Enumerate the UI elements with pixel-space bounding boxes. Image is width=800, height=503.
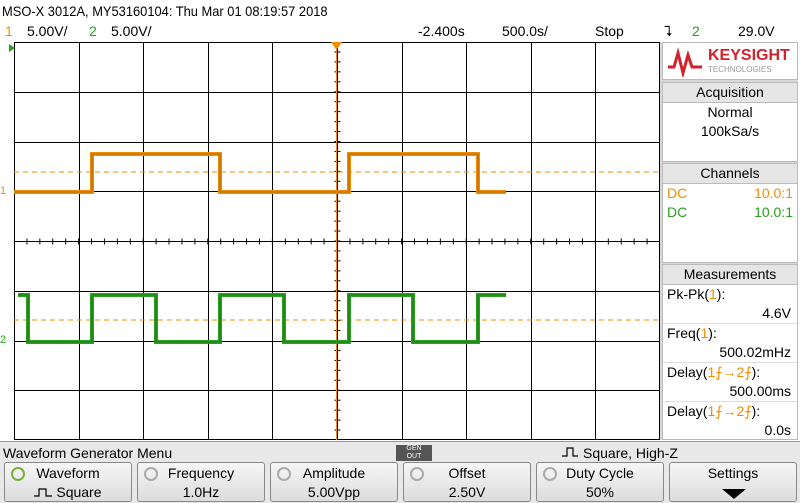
gen-status: Square, High-Z [583, 445, 678, 461]
measure-label: Freq( [667, 325, 701, 341]
channel-row-1[interactable]: DC 10.0:1 [663, 184, 797, 203]
softkey-amplitude[interactable]: Amplitude 5.00Vpp [270, 462, 398, 502]
ch2-number[interactable]: 2 [89, 23, 97, 39]
measurement-delay-2[interactable]: Delay(1⨍→2⨍): 0.0s [663, 402, 797, 440]
ch1-coupling: DC [667, 185, 688, 201]
menu-title: Waveform Generator Menu [3, 445, 173, 461]
keysight-wave-icon [668, 47, 702, 77]
measurement-delay-1[interactable]: Delay(1⨍→2⨍): 500.00ms [663, 363, 797, 402]
softkey-frequency[interactable]: Frequency 1.0Hz [137, 462, 265, 502]
softkey-value: 1.0Hz [182, 484, 220, 500]
softkey-label: Frequency [167, 465, 235, 481]
ch1-scale[interactable]: 5.00V/ [27, 23, 67, 39]
waveform-display[interactable] [14, 42, 660, 440]
measure-source: 1 [709, 286, 717, 302]
ch1-number[interactable]: 1 [5, 23, 13, 39]
softkey-offset[interactable]: Offset 2.50V [403, 462, 531, 502]
brand-sub: TECHNOLOGIES [708, 65, 772, 74]
brand-logo: KEYSIGHT TECHNOLOGIES [662, 42, 798, 80]
down-arrow-icon [722, 489, 746, 499]
ch2-coupling: DC [667, 204, 688, 220]
softkey-label: Amplitude [302, 465, 366, 481]
softkey-label: Offset [448, 465, 486, 481]
measure-label: Pk-Pk( [667, 286, 709, 302]
gen-out-badge: GEN OUT [396, 445, 432, 461]
run-state[interactable]: Stop [595, 23, 624, 39]
softkey-value: 5.00Vpp [307, 484, 361, 500]
softkey-value: 50% [585, 484, 615, 500]
measurement-freq[interactable]: Freq(1): 500.02mHz [663, 324, 797, 363]
softkey-label: Settings [707, 465, 759, 481]
measure-value: 500.02mHz [719, 344, 791, 360]
measure-tail: ): [751, 403, 761, 419]
measure-value: 500.00ms [729, 383, 791, 399]
channels-panel[interactable]: Channels DC 10.0:1 DC 10.0:1 [662, 163, 798, 263]
softkey-menu: Waveform Generator Menu GEN OUT Square, … [0, 441, 800, 503]
measurements-panel[interactable]: Measurements Pk-Pk(1): 4.6V Freq(1): 500… [662, 264, 798, 440]
out-label: OUT [406, 453, 422, 460]
ch1-ground-marker[interactable]: 1 [0, 185, 6, 197]
square-wave-icon [34, 488, 53, 497]
measurement-pkpk[interactable]: Pk-Pk(1): 4.6V [663, 285, 797, 324]
channel-row-2[interactable]: DC 10.0:1 [663, 203, 797, 222]
instrument-info: MSO-X 3012A, MY53160104: Thu Mar 01 08:1… [2, 3, 328, 19]
softkey-settings[interactable]: Settings [669, 462, 797, 502]
channels-title: Channels [663, 164, 797, 184]
trigger-level-arrow-icon [9, 44, 15, 52]
measure-value: 0.0s [764, 422, 791, 438]
measure-tail: ): [751, 364, 761, 380]
ch2-probe: 10.0:1 [754, 204, 793, 220]
softkey-label: Duty Cycle [566, 465, 634, 481]
time-offset[interactable]: -2.400s [418, 23, 465, 39]
time-scale[interactable]: 500.0s/ [502, 23, 548, 39]
square-wave-icon [562, 445, 578, 461]
measure-source: 1⨍→2⨍ [707, 364, 752, 380]
ch2-ground-marker[interactable]: 2 [0, 334, 6, 346]
brand-name: KEYSIGHT [708, 47, 790, 64]
scope-screen: { "header": { "title": "MSO-X 3012A, MY5… [0, 0, 800, 503]
trigger-icon: ⮧ [664, 23, 673, 39]
softkey-value: 2.50V [448, 484, 486, 500]
measure-source: 1⨍→2⨍ [707, 403, 752, 419]
gen-label: GEN [406, 445, 422, 452]
ch2-scale[interactable]: 5.00V/ [111, 23, 151, 39]
acquisition-title: Acquisition [663, 83, 797, 103]
acquisition-mode: Normal [707, 104, 753, 120]
softkey-value: Square [5, 484, 131, 500]
measure-label: Delay( [667, 364, 708, 380]
measure-tail: ): [716, 286, 726, 302]
ch1-probe: 10.0:1 [754, 185, 793, 201]
acquisition-rate: 100kSa/s [700, 123, 760, 139]
trigger-level[interactable]: 29.0V [738, 23, 775, 39]
acquisition-panel[interactable]: Acquisition Normal 100kSa/s [662, 82, 798, 162]
softkey-waveform[interactable]: Waveform Square [4, 462, 132, 502]
trigger-channel[interactable]: 2 [692, 23, 700, 39]
measurements-title: Measurements [663, 265, 797, 285]
softkey-duty-cycle[interactable]: Duty Cycle 50% [536, 462, 664, 502]
measure-value: 4.6V [762, 305, 791, 321]
measure-tail: ): [708, 325, 717, 341]
measure-label: Delay( [667, 403, 708, 419]
softkey-label: Waveform [36, 465, 100, 481]
